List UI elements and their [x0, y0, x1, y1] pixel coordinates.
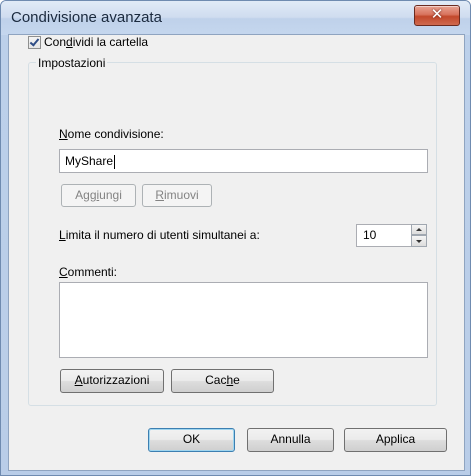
close-button[interactable]: ✕ [414, 5, 460, 26]
cache-button[interactable]: Cache [171, 369, 274, 393]
comments-label: Commenti: [59, 265, 118, 279]
apply-button[interactable]: Applica [344, 428, 447, 452]
stepper-up-button[interactable] [411, 224, 427, 235]
window-title: Condivisione avanzata [11, 9, 162, 26]
share-folder-label[interactable]: Condividi la cartella [44, 35, 148, 49]
comments-text [60, 283, 427, 289]
comments-field[interactable] [59, 282, 428, 358]
title-bar[interactable]: Condivisione avanzata ✕ [1, 1, 470, 35]
user-limit-input[interactable]: 10 [356, 224, 412, 247]
ok-button[interactable]: OK [148, 428, 235, 452]
share-name-field[interactable]: MyShare [59, 149, 428, 173]
permissions-button[interactable]: Autorizzazioni [60, 369, 164, 393]
user-limit-label: Limita il numero di utenti simultanei a: [59, 228, 260, 242]
remove-button[interactable]: Rimuovi [142, 184, 212, 207]
stepper-buttons [411, 224, 428, 247]
share-folder-checkbox[interactable] [28, 35, 41, 49]
cancel-button[interactable]: Annulla [247, 428, 334, 452]
close-icon: ✕ [430, 6, 444, 23]
chevron-up-icon [416, 228, 422, 231]
chevron-down-icon [416, 240, 422, 243]
share-name-label: Nome condivisione: [59, 127, 164, 141]
share-folder-checkbox-row[interactable]: Condividi la cartella [28, 35, 148, 49]
settings-legend: Impostazioni [36, 56, 108, 70]
stepper-down-button[interactable] [411, 235, 427, 247]
user-limit-stepper[interactable]: 10 [356, 224, 428, 247]
add-button[interactable]: Aggiungi [61, 184, 136, 207]
